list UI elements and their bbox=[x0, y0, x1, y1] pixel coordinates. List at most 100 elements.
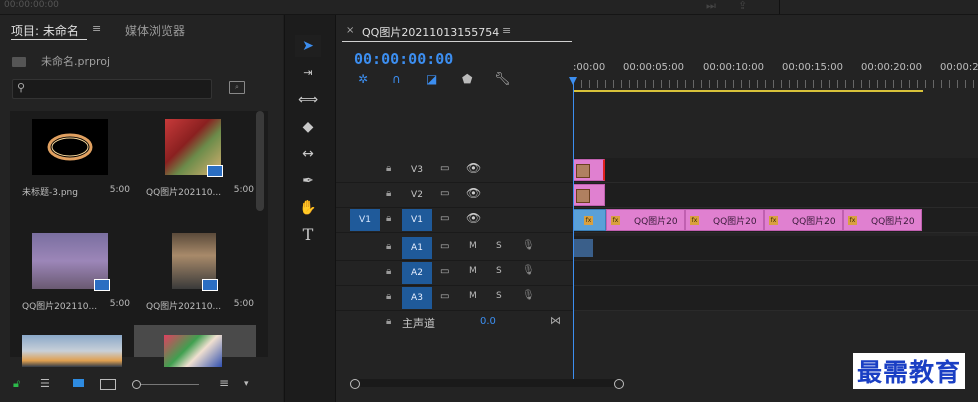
lock-icon[interactable]: 🔒︎ bbox=[386, 316, 391, 327]
track-name[interactable]: A2 bbox=[402, 262, 432, 284]
eye-icon[interactable]: 👁︎ bbox=[466, 161, 481, 175]
lock-icon[interactable]: 🔓︎ bbox=[13, 377, 20, 391]
lock-icon[interactable]: 🔒︎ bbox=[386, 266, 391, 277]
lock-icon[interactable]: 🔒︎ bbox=[386, 241, 391, 252]
ripple-edit-tool-icon[interactable]: ⟺ bbox=[295, 89, 321, 111]
find-icon[interactable]: ⌕ bbox=[229, 81, 245, 94]
project-panel-menu-icon[interactable]: ≡ bbox=[92, 22, 101, 35]
eye-icon[interactable]: 👁︎ bbox=[466, 186, 481, 200]
snap-icon[interactable]: ∩ bbox=[392, 72, 401, 86]
timeline-zoom-scrollbar[interactable] bbox=[352, 379, 622, 387]
track-name[interactable]: A3 bbox=[402, 287, 432, 309]
timeline-panel: × QQ图片20211013155754 ≡ 00:00:00:00 ✲ ∩ ◪… bbox=[336, 15, 978, 402]
microphone-icon[interactable]: 🎙︎ bbox=[522, 240, 535, 251]
lock-icon[interactable]: 🔒︎ bbox=[386, 291, 391, 302]
source-patch[interactable]: V1 bbox=[350, 209, 380, 231]
lock-icon[interactable]: 🔒︎ bbox=[386, 188, 391, 199]
scrollbar-right-handle[interactable] bbox=[614, 379, 624, 389]
sort-icons-icon[interactable]: ≡ bbox=[219, 376, 229, 390]
project-search-input[interactable]: ⚲ bbox=[12, 79, 212, 99]
sync-lock-icon[interactable]: ▭ bbox=[440, 241, 449, 252]
lock-icon[interactable]: 🔒︎ bbox=[386, 213, 391, 224]
project-item[interactable] bbox=[134, 325, 256, 367]
sync-lock-icon[interactable]: ▭ bbox=[440, 213, 449, 224]
track-body[interactable] bbox=[573, 158, 978, 183]
time-ruler[interactable]: :00:00 00:00:05:00 00:00:10:00 00:00:15:… bbox=[573, 58, 978, 93]
hand-tool-icon[interactable]: ✋ bbox=[295, 197, 321, 219]
track-name[interactable]: A1 bbox=[402, 237, 432, 259]
pen-tool-icon[interactable]: ✒ bbox=[295, 170, 321, 192]
lock-icon[interactable]: 🔒︎ bbox=[386, 163, 391, 174]
freeform-view-icon[interactable] bbox=[100, 379, 116, 390]
solo-button[interactable]: S bbox=[496, 266, 502, 276]
sync-lock-icon[interactable]: ▭ bbox=[440, 163, 449, 174]
track-body[interactable] bbox=[573, 183, 978, 208]
track-body[interactable]: fx fx QQ图片20 fx QQ图片20 fx QQ图片20 fx QQ图片… bbox=[573, 208, 978, 233]
project-tab[interactable]: 项目: 未命名 bbox=[11, 22, 79, 39]
track-body[interactable] bbox=[573, 261, 978, 286]
master-volume-value[interactable]: 0.0 bbox=[480, 316, 496, 327]
nest-icon[interactable]: ✲ bbox=[358, 72, 368, 86]
project-item[interactable]: QQ图片202110... 5:00 bbox=[10, 225, 132, 327]
playhead-handle[interactable] bbox=[569, 77, 577, 85]
solo-button[interactable]: S bbox=[496, 291, 502, 301]
project-item[interactable]: QQ图片202110... 5:00 bbox=[134, 225, 256, 327]
timeline-menu-icon[interactable]: ≡ bbox=[502, 24, 511, 37]
track-body[interactable] bbox=[573, 236, 978, 261]
mute-button[interactable]: M bbox=[469, 291, 477, 301]
clip-thumbnail bbox=[576, 164, 590, 178]
track-name[interactable]: V2 bbox=[402, 184, 432, 206]
track-header: 🔒︎ V2 ▭ 👁︎ bbox=[336, 183, 573, 208]
work-area-bar[interactable] bbox=[573, 90, 923, 92]
timeline-clip[interactable]: fx QQ图片20 bbox=[685, 209, 764, 231]
sync-lock-icon[interactable]: ▭ bbox=[440, 266, 449, 277]
add-marker-icon[interactable]: ⬟ bbox=[462, 72, 472, 86]
track-select-tool-icon[interactable]: ⇥ bbox=[295, 62, 321, 84]
playhead-line[interactable] bbox=[573, 78, 574, 380]
eye-icon[interactable]: 👁︎ bbox=[466, 211, 481, 225]
slip-tool-icon[interactable]: ↔ bbox=[295, 143, 321, 165]
project-item[interactable]: QQ图片202110... 5:00 bbox=[134, 111, 256, 213]
project-item[interactable]: 未标题-3.png 5:00 bbox=[10, 111, 132, 213]
media-browser-tab[interactable]: 媒体浏览器 bbox=[125, 22, 185, 39]
microphone-icon[interactable]: 🎙︎ bbox=[522, 265, 535, 276]
timeline-clip[interactable]: fx QQ图片20 bbox=[764, 209, 843, 231]
razor-tool-icon[interactable]: ◆ bbox=[295, 116, 321, 138]
icon-view-icon[interactable] bbox=[73, 379, 84, 387]
wrench-icon[interactable]: 🔧︎ bbox=[494, 72, 511, 87]
sequence-tab[interactable]: QQ图片20211013155754 bbox=[362, 24, 499, 40]
mute-button[interactable]: M bbox=[469, 241, 477, 251]
top-strip bbox=[0, 0, 978, 15]
timeline-clip[interactable]: fx QQ图片20 bbox=[843, 209, 922, 231]
mute-button[interactable]: M bbox=[469, 266, 477, 276]
microphone-icon[interactable]: 🎙︎ bbox=[522, 290, 535, 301]
sync-lock-icon[interactable]: ▭ bbox=[440, 291, 449, 302]
linked-selection-icon[interactable]: ◪ bbox=[426, 72, 437, 86]
close-icon[interactable]: × bbox=[346, 25, 354, 36]
bin-scrollbar[interactable] bbox=[256, 111, 264, 211]
solo-button[interactable]: S bbox=[496, 241, 502, 251]
audio-clip[interactable] bbox=[573, 239, 593, 257]
track-body[interactable] bbox=[573, 286, 978, 311]
track-name[interactable]: V1 bbox=[402, 209, 432, 231]
export-frame-icon[interactable]: ⏭ bbox=[706, 0, 716, 13]
thumbnail-zoom-slider[interactable] bbox=[135, 384, 199, 385]
timeline-clip[interactable] bbox=[573, 184, 605, 206]
sync-lock-icon[interactable]: ▭ bbox=[440, 188, 449, 199]
scrollbar-left-handle[interactable] bbox=[350, 379, 360, 389]
timeline-clip[interactable] bbox=[573, 159, 605, 181]
timeline-clip[interactable]: fx bbox=[573, 209, 606, 231]
share-icon[interactable]: ⇪ bbox=[738, 0, 747, 12]
list-view-icon[interactable]: ☰ bbox=[40, 377, 50, 390]
type-tool-icon[interactable]: T bbox=[295, 224, 321, 246]
timeline-clip[interactable]: fx QQ图片20 bbox=[606, 209, 685, 231]
zoom-slider-handle[interactable] bbox=[132, 380, 141, 389]
chevron-down-icon[interactable]: ▾ bbox=[244, 379, 249, 389]
playhead-timecode[interactable]: 00:00:00:00 bbox=[354, 50, 453, 68]
track-name[interactable]: V3 bbox=[402, 159, 432, 181]
project-file-name: 未命名.prproj bbox=[41, 55, 111, 68]
project-item[interactable] bbox=[10, 325, 132, 367]
track-row-v2: 🔒︎ V2 ▭ 👁︎ bbox=[336, 183, 978, 208]
selection-tool-icon[interactable]: ➤ bbox=[295, 35, 321, 57]
go-to-in-out-icon[interactable]: ⋈ bbox=[550, 314, 561, 327]
